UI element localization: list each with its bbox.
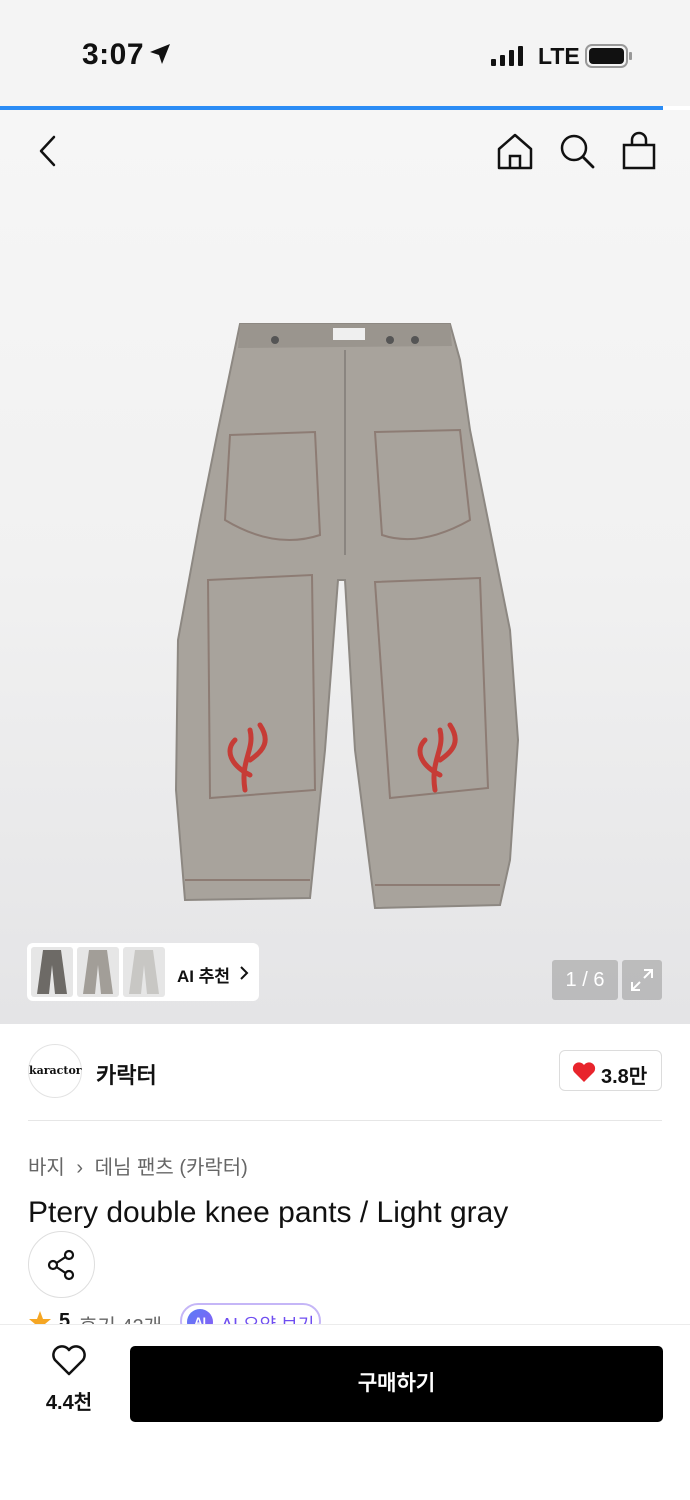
rating-row: 5 후기 42개 AI AI 요약 보기 xyxy=(0,1300,690,1324)
wishlist-count: 4.4천 xyxy=(45,1392,93,1414)
cart-icon[interactable] xyxy=(621,131,657,171)
ai-recommend-label[interactable]: AI 추천 xyxy=(177,962,230,987)
star-icon xyxy=(29,1311,51,1324)
image-counter: 1 / 6 xyxy=(552,960,618,1000)
battery-icon xyxy=(585,44,632,68)
product-title: Ptery double knee pants / Light gray xyxy=(28,1196,509,1229)
network-type: LTE xyxy=(538,43,580,69)
divider xyxy=(28,1120,662,1121)
review-count[interactable]: 후기 42개 xyxy=(79,1310,162,1324)
breadcrumb-subcategory[interactable]: 데님 팬츠 (카락터) xyxy=(95,1157,248,1179)
wishlist-button[interactable]: 4.4천 xyxy=(42,1345,96,1415)
product-image xyxy=(174,323,520,910)
status-time: 3:07 xyxy=(82,38,145,71)
rating-value: 5 xyxy=(59,1310,71,1324)
ai-summary-label: AI 요약 보기 xyxy=(221,1311,314,1324)
ai-badge-icon: AI xyxy=(187,1309,213,1324)
brand-like-count: 3.8만 xyxy=(601,1066,648,1088)
status-bar: 3:07 LTE xyxy=(0,0,690,106)
share-button[interactable] xyxy=(28,1231,95,1298)
product-image-gallery[interactable]: AI 추천 1 / 6 xyxy=(0,110,690,1024)
chevron-right-icon xyxy=(240,966,249,980)
breadcrumb: 바지 › 데님 팬츠 (카락터) xyxy=(28,1151,248,1180)
brand-logo[interactable]: karactor xyxy=(28,1044,82,1098)
buy-button[interactable]: 구매하기 xyxy=(130,1346,663,1422)
brand-name[interactable]: 카락터 xyxy=(96,1058,157,1090)
thumbnail-gray[interactable] xyxy=(77,947,119,997)
chevron-right-icon: › xyxy=(76,1157,84,1179)
home-icon[interactable] xyxy=(496,132,534,170)
expand-button[interactable] xyxy=(622,960,662,1000)
location-arrow-icon xyxy=(150,44,170,64)
ai-summary-button[interactable]: AI AI 요약 보기 xyxy=(180,1303,321,1324)
expand-icon xyxy=(631,969,653,991)
thumbnail-light-gray[interactable] xyxy=(123,947,165,997)
heart-outline-icon xyxy=(52,1345,86,1376)
back-icon[interactable] xyxy=(36,134,62,168)
signal-icon xyxy=(491,46,523,66)
breadcrumb-category[interactable]: 바지 xyxy=(28,1157,65,1179)
thumbnail-dark-gray[interactable] xyxy=(31,947,73,997)
bottom-action-bar: 4.4천 구매하기 xyxy=(0,1324,690,1500)
brand-like-button[interactable]: 3.8만 xyxy=(559,1050,662,1091)
ai-recommend-strip[interactable]: AI 추천 xyxy=(27,943,259,1001)
share-icon xyxy=(47,1249,75,1281)
search-icon[interactable] xyxy=(558,132,596,170)
heart-filled-icon xyxy=(572,1062,596,1082)
